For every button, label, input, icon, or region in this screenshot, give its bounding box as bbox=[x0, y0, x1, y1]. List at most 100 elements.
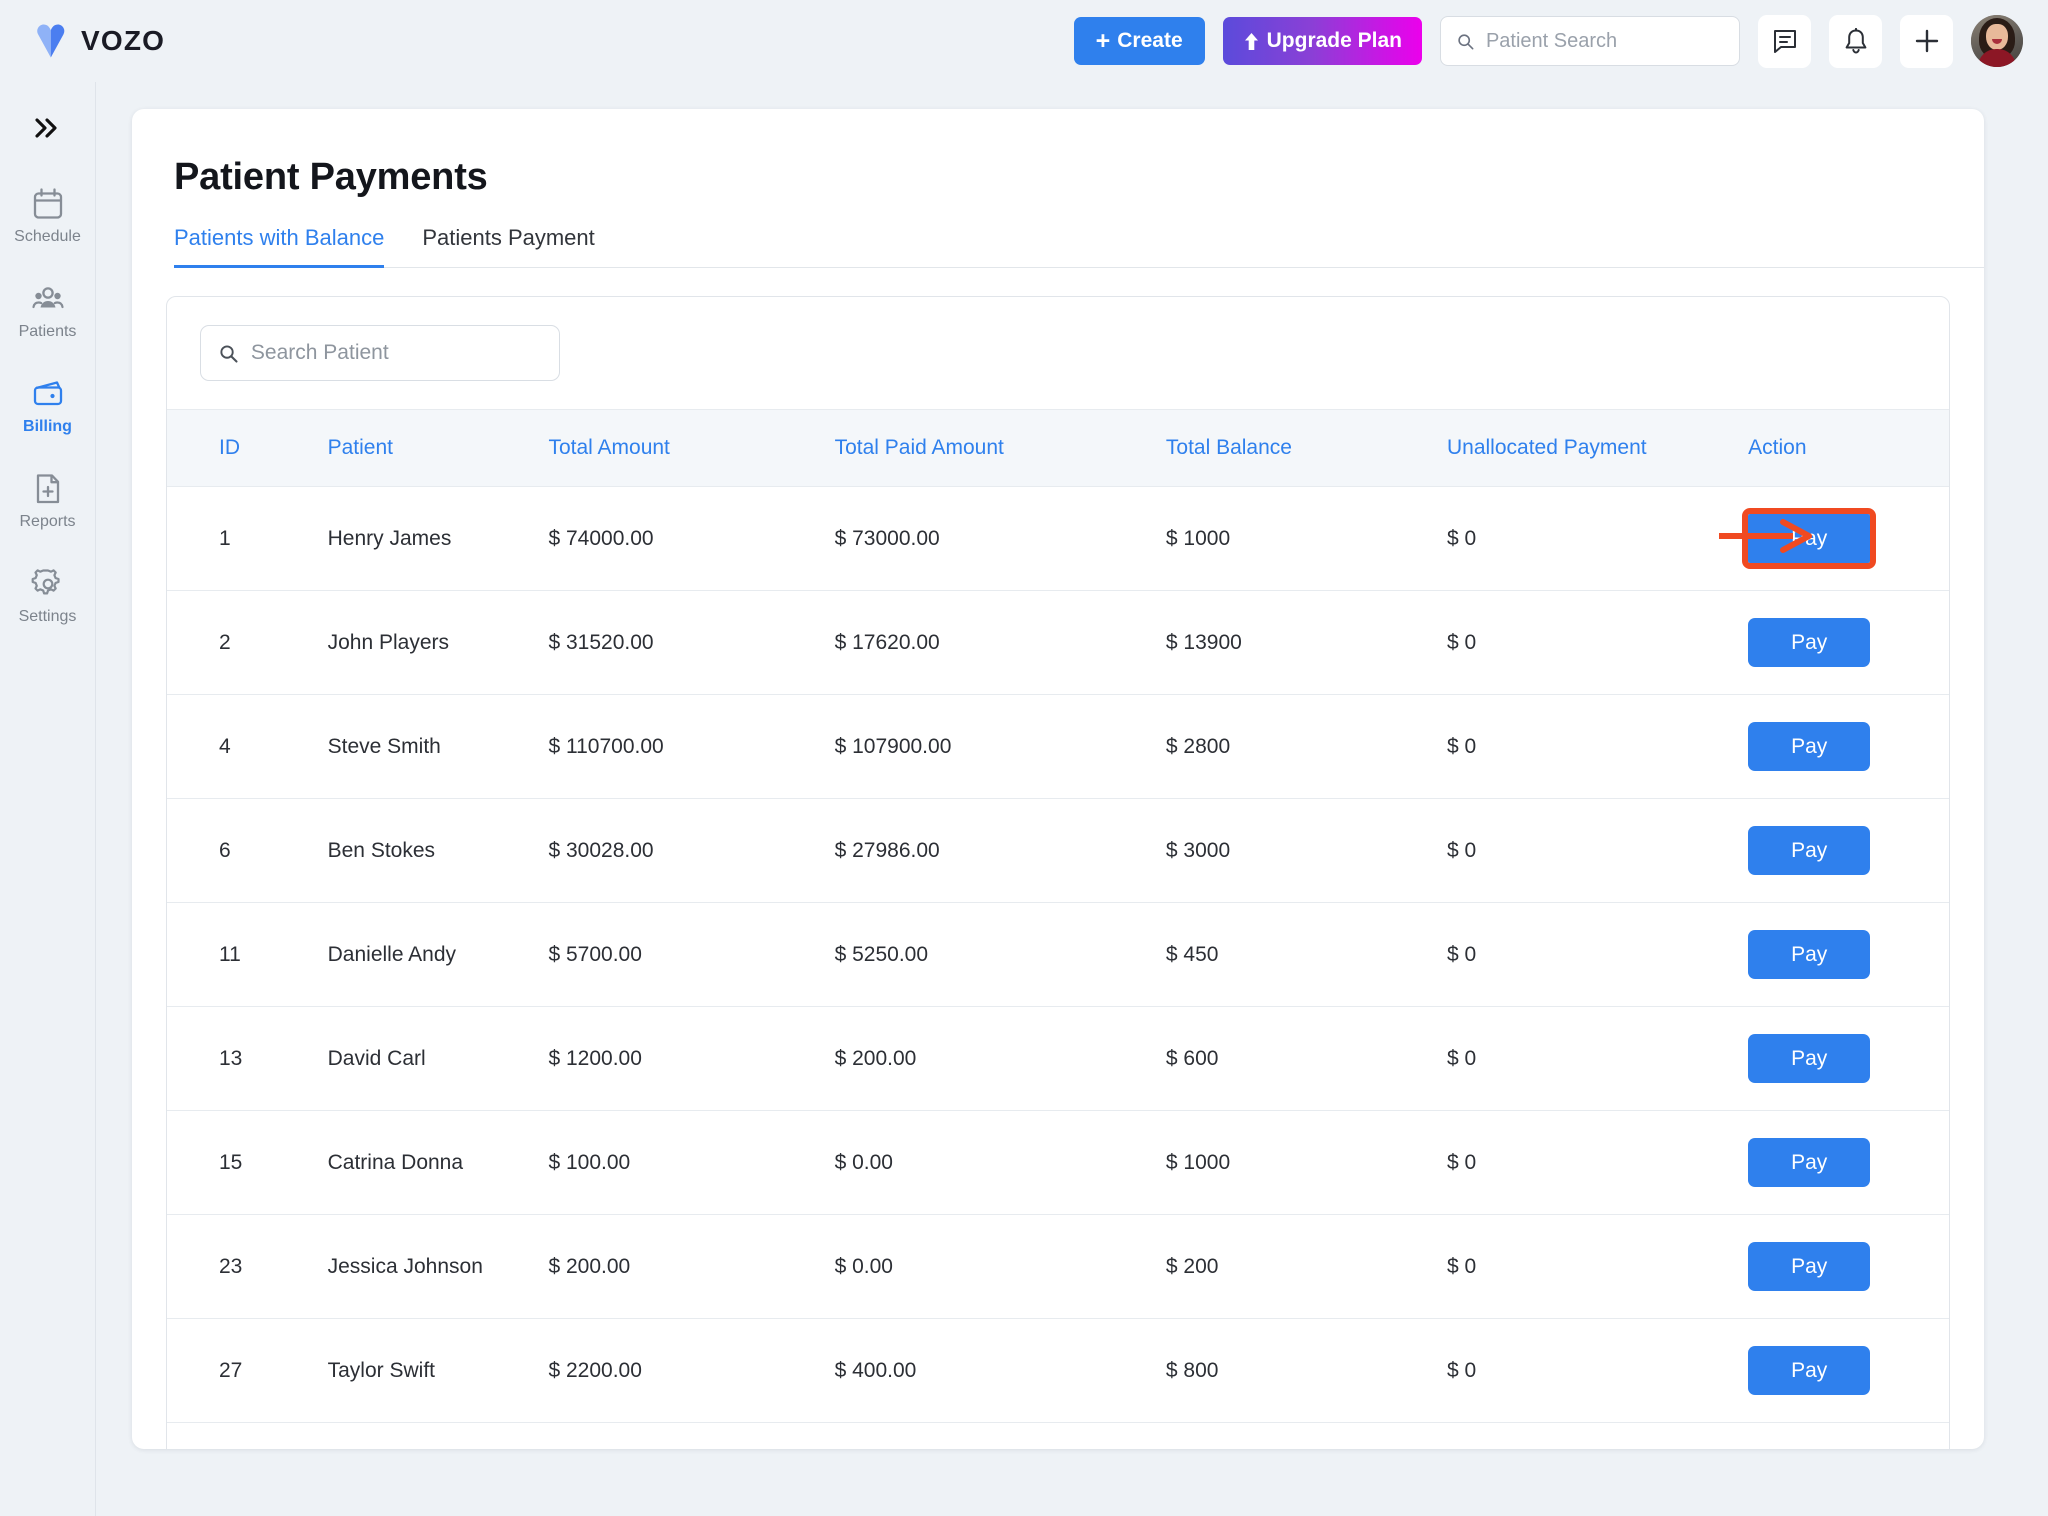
create-button-label: Create bbox=[1117, 29, 1183, 52]
table-head: ID Patient Total Amount Total Paid Amoun… bbox=[167, 409, 1949, 487]
add-button[interactable] bbox=[1900, 14, 1953, 68]
tab-patients-with-balance[interactable]: Patients with Balance bbox=[174, 225, 385, 268]
sidebar-item-settings[interactable]: Settings bbox=[0, 556, 96, 635]
sidebar-item-patients[interactable]: Patients bbox=[0, 271, 96, 350]
table-row: 23 Jessica Johnson $ 200.00 $ 0.00 $ 200 $ 0P… bbox=[167, 1214, 1949, 1319]
pay-button[interactable]: Pay bbox=[1748, 930, 1871, 979]
cell-total-balance: $ 600 bbox=[1165, 1006, 1447, 1111]
pay-button[interactable]: Pay bbox=[1748, 1346, 1871, 1395]
plus-icon: + bbox=[1095, 26, 1111, 55]
sidebar-item-label: Reports bbox=[19, 513, 76, 530]
upload-arrow-icon bbox=[1244, 32, 1258, 50]
cell-total-balance: $ 3000 bbox=[1165, 798, 1447, 903]
table-row: 28Rebecca Lucy$ 5000.00$ 1000.00$ 4000$ … bbox=[167, 1422, 1949, 1449]
column-header-patient[interactable]: Patient bbox=[327, 409, 549, 487]
gear-icon bbox=[31, 569, 60, 595]
cell-total-paid-amount: $ 107900.00 bbox=[834, 694, 1166, 799]
cell-unallocated-payment: $ 0 bbox=[1446, 1318, 1749, 1423]
search-patient-input[interactable] bbox=[250, 341, 541, 365]
avatar-face bbox=[1986, 24, 2008, 50]
cell-id: 1 bbox=[167, 486, 328, 591]
cell-total-amount: $ 2200.00 bbox=[548, 1318, 835, 1423]
table-row: 6 Ben Stokes $ 30028.00 $ 27986.00 $ 3000 $ 0… bbox=[167, 798, 1949, 903]
cell-action: Pay bbox=[1748, 1422, 1949, 1449]
pay-button[interactable]: Pay bbox=[1748, 722, 1871, 771]
cell-action: Pay bbox=[1748, 798, 1949, 903]
cell-total-balance: $ 2800 bbox=[1165, 694, 1447, 799]
cell-id: 13 bbox=[167, 1006, 328, 1111]
pay-button[interactable]: Pay bbox=[1742, 508, 1877, 569]
pay-button[interactable]: Pay bbox=[1748, 1242, 1871, 1291]
table-row: 13 David Carl $ 1200.00 $ 200.00 $ 600 $ 0 Pay bbox=[167, 1006, 1949, 1111]
cell-total-balance: $ 1000 bbox=[1165, 1110, 1447, 1215]
sidebar-item-reports[interactable]: Reports bbox=[0, 461, 96, 540]
column-header-total-amount[interactable]: Total Amount bbox=[548, 409, 835, 487]
pay-button[interactable]: Pay bbox=[1748, 826, 1871, 875]
table-header-row: ID Patient Total Amount Total Paid Amoun… bbox=[167, 409, 1949, 487]
upgrade-plan-button[interactable]: Upgrade Plan bbox=[1222, 17, 1422, 65]
sidebar-collapse-toggle[interactable] bbox=[24, 106, 72, 150]
cell-id: 23 bbox=[167, 1214, 328, 1319]
top-bar: VOZO + Create Upgrade Plan bbox=[0, 0, 2048, 82]
cell-unallocated-payment: $ 0 bbox=[1446, 694, 1749, 799]
cell-total-amount: $ 5000.00 bbox=[548, 1422, 835, 1449]
patient-payments-card: Patient Payments Patients with Balance P… bbox=[132, 109, 1984, 1449]
cell-id: 4 bbox=[167, 694, 328, 799]
patient-search-input[interactable] bbox=[1485, 29, 1723, 53]
patients-table-panel: ID Patient Total Amount Total Paid Amoun… bbox=[166, 296, 1950, 1449]
cell-total-amount: $ 200.00 bbox=[548, 1214, 835, 1319]
cell-unallocated-payment: $ 0 bbox=[1446, 486, 1749, 591]
cell-total-balance: $ 1000 bbox=[1165, 486, 1447, 591]
cell-total-amount: $ 1200.00 bbox=[548, 1006, 835, 1111]
column-header-total-balance[interactable]: Total Balance bbox=[1165, 409, 1447, 487]
cell-patient-name: Henry James bbox=[327, 486, 549, 591]
cell-total-paid-amount: $ 400.00 bbox=[834, 1318, 1166, 1423]
table-row: 2 John Players $ 31520.00 $ 17620.00 $ 13900… bbox=[167, 590, 1949, 695]
sidebar-item-schedule[interactable]: Schedule bbox=[0, 176, 96, 255]
column-header-unallocated[interactable]: Unallocated Payment bbox=[1446, 409, 1749, 487]
notifications-button[interactable] bbox=[1829, 14, 1882, 68]
column-header-id[interactable]: ID bbox=[167, 409, 328, 487]
table-row: 11 Danielle Andy $ 5700.00 $ 5250.00 $ 450 $ … bbox=[167, 902, 1949, 1007]
create-button[interactable]: + Create bbox=[1073, 17, 1205, 65]
cell-id: 27 bbox=[167, 1318, 328, 1423]
cell-action: Pay bbox=[1719, 486, 1949, 591]
cell-total-paid-amount: $ 1000.00 bbox=[834, 1422, 1166, 1449]
column-header-total-paid[interactable]: Total Paid Amount bbox=[834, 409, 1166, 487]
cell-total-paid-amount: $ 5250.00 bbox=[834, 902, 1166, 1007]
cell-action: Pay bbox=[1748, 1318, 1949, 1423]
cell-total-paid-amount: $ 0.00 bbox=[834, 1110, 1166, 1215]
messages-button[interactable] bbox=[1758, 14, 1811, 68]
cell-unallocated-payment: $ 0 bbox=[1446, 590, 1749, 695]
table-row: 1 Henry James $ 74000.00 $ 73000.00 $ 1000 $ … bbox=[167, 486, 1949, 591]
cell-patient-name: Catrina Donna bbox=[327, 1110, 549, 1215]
cell-action: Pay bbox=[1748, 590, 1949, 695]
cell-total-amount: $ 100.00 bbox=[548, 1110, 835, 1215]
user-avatar[interactable] bbox=[1971, 15, 2023, 67]
cell-id: 28 bbox=[167, 1422, 328, 1449]
pay-button[interactable]: Pay bbox=[1748, 618, 1871, 667]
table-row: 15 Catrina Donna $ 100.00 $ 0.00 $ 1000 $ 0 Pa… bbox=[167, 1110, 1949, 1215]
pay-button[interactable]: Pay bbox=[1748, 1034, 1871, 1083]
cell-action: Pay bbox=[1748, 694, 1949, 799]
message-icon bbox=[1773, 30, 1796, 53]
pay-button[interactable]: Pay bbox=[1748, 1138, 1871, 1187]
brand[interactable]: VOZO bbox=[33, 24, 165, 58]
sidebar-item-label: Schedule bbox=[14, 228, 81, 245]
brand-name: VOZO bbox=[81, 25, 166, 56]
search-patient-box[interactable] bbox=[200, 325, 560, 381]
page-title: Patient Payments bbox=[174, 156, 488, 198]
cell-patient-name: Steve Smith bbox=[327, 694, 549, 799]
tab-bar: Patients with Balance Patients Payment bbox=[174, 225, 1984, 268]
cell-total-paid-amount: $ 27986.00 bbox=[834, 798, 1166, 903]
cell-unallocated-payment: $ 0 bbox=[1446, 1006, 1749, 1111]
cell-unallocated-payment: $ 0 bbox=[1446, 1110, 1749, 1215]
cell-total-amount: $ 31520.00 bbox=[548, 590, 835, 695]
tab-patients-payment[interactable]: Patients Payment bbox=[422, 225, 594, 268]
table-row: 4 Steve Smith $ 110700.00 $ 107900.00 $ 2800… bbox=[167, 694, 1949, 799]
patient-search-box[interactable] bbox=[1440, 16, 1740, 66]
sidebar-item-billing[interactable]: Billing bbox=[0, 366, 96, 445]
cell-total-paid-amount: $ 200.00 bbox=[834, 1006, 1166, 1111]
sidebar: Schedule Patients Billing Reports Settin… bbox=[0, 82, 96, 1516]
cell-unallocated-payment: $ 0 bbox=[1446, 1214, 1749, 1319]
